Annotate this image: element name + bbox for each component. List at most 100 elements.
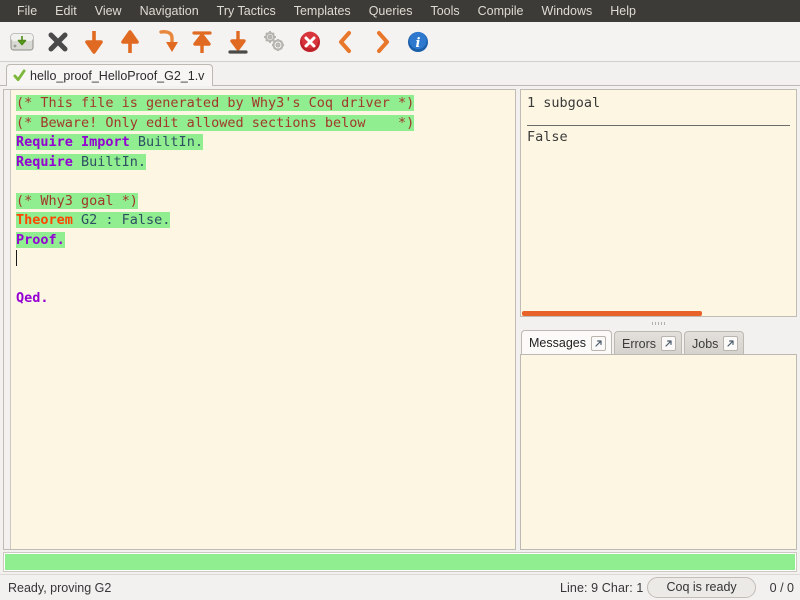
tab-jobs-label: Jobs [692, 336, 719, 351]
detach-errors-button[interactable] [661, 336, 677, 351]
status-counter: 0 / 0 [769, 580, 794, 595]
code-token: Theorem [16, 212, 82, 228]
previous-button[interactable] [328, 24, 364, 60]
about-button[interactable]: i [400, 24, 436, 60]
messages-tab-bar: Messages Errors Jobs [520, 330, 797, 355]
backward-one-button[interactable] [112, 24, 148, 60]
menu-item-navigation[interactable]: Navigation [131, 2, 208, 21]
detach-arrow-icon [727, 340, 735, 347]
proof-progress-area [0, 550, 800, 574]
script-editor[interactable]: (* This file is generated by Why3's Coq … [11, 90, 515, 549]
tab-jobs[interactable]: Jobs [684, 331, 745, 355]
forward-one-arrow-down-icon [85, 30, 103, 54]
grip-dots-icon [651, 322, 666, 325]
goal-separator [527, 124, 790, 126]
code-line: Theorem G2 : False. [16, 211, 515, 231]
backward-one-arrow-up-icon [121, 29, 139, 53]
menu-item-compile[interactable]: Compile [469, 2, 533, 21]
menu-item-help[interactable]: Help [601, 2, 645, 21]
detach-jobs-button[interactable] [723, 336, 739, 351]
code-token: (* Why3 goal *) [16, 192, 138, 209]
code-token: Qed. [16, 290, 49, 306]
code-line: Proof. [16, 231, 515, 251]
gears-icon [264, 30, 284, 51]
pane-resize-grip[interactable] [520, 320, 797, 327]
proof-progress-fill [5, 554, 795, 570]
tab-messages[interactable]: Messages [521, 330, 612, 355]
menu-bar: File Edit View Navigation Try Tactics Te… [0, 0, 800, 22]
go-to-cursor-button[interactable] [148, 24, 184, 60]
tab-messages-label: Messages [529, 336, 586, 350]
menu-item-try-tactics[interactable]: Try Tactics [208, 2, 285, 21]
text-cursor [16, 250, 17, 266]
interrupt-button[interactable] [292, 24, 328, 60]
code-line: (* Beware! Only edit allowed sections be… [16, 114, 515, 134]
goal-body: 1 subgoal False [521, 90, 796, 316]
menu-item-file[interactable]: File [8, 2, 46, 21]
work-area: (* This file is generated by Why3's Coq … [0, 86, 800, 550]
stop-icon [300, 31, 320, 52]
code-line: Qed. [16, 289, 515, 309]
goal-statement: False [527, 128, 568, 145]
code-line: (* Why3 goal *) [16, 192, 515, 212]
menu-item-templates[interactable]: Templates [285, 2, 360, 21]
detach-messages-button[interactable] [590, 335, 606, 351]
goal-panel[interactable]: 1 subgoal False [520, 89, 797, 317]
code-token: (* This file is generated by Why3's Coq … [16, 95, 415, 111]
file-tab-label: hello_proof_HelloProof_G2_1.v [30, 68, 205, 83]
next-button[interactable] [364, 24, 400, 60]
close-button[interactable] [40, 24, 76, 60]
goal-count: 1 subgoal [527, 95, 601, 111]
file-tab-bar: hello_proof_HelloProof_G2_1.v [0, 62, 800, 86]
toolbar: i [0, 22, 800, 62]
code-token: BuiltIn. [81, 153, 147, 170]
messages-body[interactable] [520, 354, 797, 550]
menu-item-edit[interactable]: Edit [46, 2, 86, 21]
close-icon [48, 32, 68, 51]
go-to-cursor-arrow-icon [159, 29, 178, 52]
svg-text:i: i [416, 36, 421, 51]
tab-errors-label: Errors [621, 336, 657, 351]
menu-item-view[interactable]: View [86, 2, 131, 21]
code-token: Require Import [16, 134, 138, 150]
code-token: (* Beware! Only edit allowed sections be… [16, 114, 415, 131]
code-line: Require Import BuiltIn. [16, 133, 515, 153]
code-line: Require BuiltIn. [16, 153, 515, 173]
code-token: BuiltIn. [137, 134, 203, 150]
restart-button[interactable] [184, 24, 220, 60]
coq-status-badge: Coq is ready [647, 577, 756, 598]
previous-chevron-icon [339, 30, 351, 53]
detach-arrow-icon [665, 340, 672, 347]
code-token: Require [16, 153, 82, 170]
proof-progress-bar [3, 552, 797, 572]
code-token: G2 : False. [81, 212, 171, 228]
goal-scrollbar-thumb[interactable] [522, 311, 703, 316]
info-icon: i [408, 31, 428, 52]
file-tab[interactable]: hello_proof_HelloProof_G2_1.v [6, 64, 214, 86]
status-message: Ready, proving G2 [8, 580, 112, 595]
editor-gutter [4, 90, 11, 549]
messages-panel: Messages Errors Jobs [520, 330, 797, 550]
status-bar: Ready, proving G2 Line: 9 Char: 1 Coq is… [0, 574, 800, 600]
right-column: 1 subgoal False Messages Errors Jobs [520, 89, 797, 550]
save-button[interactable] [4, 24, 40, 60]
tab-errors[interactable]: Errors [613, 331, 683, 355]
menu-item-queries[interactable]: Queries [360, 2, 422, 21]
menu-item-tools[interactable]: Tools [421, 2, 468, 21]
goal-horizontal-scrollbar[interactable] [522, 311, 795, 316]
cursor-position: Line: 9 Char: 1 [559, 580, 644, 595]
code-line: (* This file is generated by Why3's Coq … [16, 94, 515, 114]
script-editor-panel: (* This file is generated by Why3's Coq … [3, 89, 516, 550]
next-chevron-icon [377, 30, 389, 53]
go-to-end-arrow-down-bar-icon [228, 30, 248, 54]
compile-button[interactable] [256, 24, 292, 60]
forward-one-button[interactable] [76, 24, 112, 60]
coqide-window: File Edit View Navigation Try Tactics Te… [0, 0, 800, 600]
code-line [16, 250, 515, 270]
detach-arrow-icon [595, 339, 602, 347]
green-check-icon [13, 69, 26, 82]
go-to-end-button[interactable] [220, 24, 256, 60]
menu-item-windows[interactable]: Windows [533, 2, 602, 21]
